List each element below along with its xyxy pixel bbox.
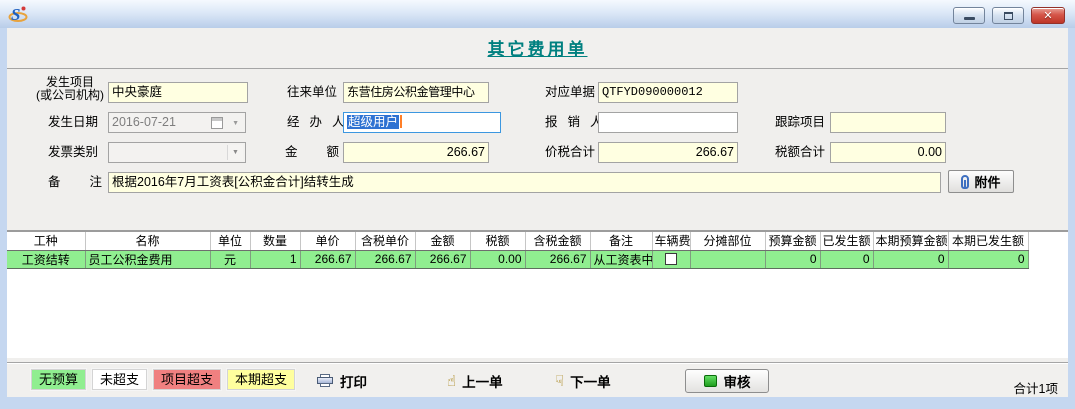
text-caret [400, 115, 402, 128]
cell-amount[interactable]: 266.67 [415, 250, 470, 268]
invoice-type-select[interactable]: ▼ [108, 142, 246, 163]
badge-no-budget: 无预算 [31, 369, 86, 390]
tracking-label: 跟踪项目 [775, 112, 825, 133]
column-header[interactable]: 已发生额 [820, 232, 873, 250]
column-header[interactable]: 车辆费 [652, 232, 690, 250]
expense-detail-table: 工种 名称 单位 数量 单价 含税单价 金额 税额 含税金额 备注 车辆费 分摊… [7, 230, 1068, 358]
column-header[interactable]: 税额 [470, 232, 525, 250]
counterparty-label: 往来单位 [287, 82, 337, 103]
minimize-icon [964, 17, 975, 20]
reimburser-field[interactable] [598, 112, 738, 133]
title-strip: 其它费用单 [7, 28, 1068, 69]
counterparty-field[interactable]: 东营住房公积金管理中心 [343, 82, 489, 103]
next-doc-button[interactable]: ☟ 下一单 [555, 371, 611, 391]
selected-text: 超级用户 [347, 115, 399, 129]
date-dropdown-icon[interactable]: ▼ [232, 113, 239, 133]
cell-unit[interactable]: 元 [210, 250, 250, 268]
handler-field[interactable]: 超级用户 [343, 112, 501, 133]
maximize-icon [1004, 12, 1013, 20]
column-header[interactable]: 工种 [7, 232, 85, 250]
previous-doc-button[interactable]: ☝ 上一单 [447, 371, 503, 391]
total-count: 合计1项 [1014, 378, 1058, 397]
column-header[interactable]: 数量 [250, 232, 300, 250]
column-header[interactable]: 单位 [210, 232, 250, 250]
date-field[interactable]: 2016-07-21 ▼ [108, 112, 246, 133]
invoice-type-label: 发票类别 [48, 142, 98, 163]
other-expense-window: S ✕ 其它费用单 发生项目 (或公司机构) 中央豪庭 往来单位 东营住房公积金… [0, 0, 1075, 409]
cell-period-budget[interactable]: 0 [873, 250, 948, 268]
cell-name[interactable]: 员工公积金费用 [85, 250, 210, 268]
attachment-button[interactable]: 附件 [948, 170, 1014, 193]
tax-total-label: 税额合计 [775, 142, 825, 163]
tracking-field[interactable] [830, 112, 946, 133]
table-header-row: 工种 名称 单位 数量 单价 含税单价 金额 税额 含税金额 备注 车辆费 分摊… [7, 232, 1028, 250]
budget-legend: 无预算 未超支 项目超支 本期超支 [31, 369, 295, 390]
dropdown-icon[interactable]: ▼ [227, 145, 243, 160]
project-label: 发生项目 (或公司机构) [27, 76, 113, 102]
cell-remark[interactable]: 从工资表中 [590, 250, 652, 268]
hand-up-icon: ☝ [447, 374, 456, 389]
calendar-icon [211, 117, 223, 129]
bottom-bar: 无预算 未超支 项目超支 本期超支 打印 ☝ 上一单 ☟ 下一单 [7, 362, 1068, 397]
paperclip-icon [961, 175, 969, 189]
column-header[interactable]: 金额 [415, 232, 470, 250]
cell-amount-with-tax[interactable]: 266.67 [525, 250, 590, 268]
project-field[interactable]: 中央豪庭 [108, 82, 248, 103]
cell-unit-price-with-tax[interactable]: 266.67 [355, 250, 415, 268]
column-header[interactable]: 本期已发生额 [948, 232, 1028, 250]
doc-no-field[interactable]: QTFYD090000012 [598, 82, 738, 103]
vehicle-fee-checkbox[interactable] [665, 253, 677, 265]
column-header[interactable]: 单价 [300, 232, 355, 250]
form-content: 其它费用单 发生项目 (或公司机构) 中央豪庭 往来单位 东营住房公积金管理中心… [7, 28, 1068, 397]
page-title: 其它费用单 [488, 35, 588, 60]
amount-field[interactable]: 266.67 [343, 142, 489, 163]
cell-work-type[interactable]: 工资结转 [7, 250, 85, 268]
column-header[interactable]: 含税金额 [525, 232, 590, 250]
total-with-tax-label: 价税合计 [545, 142, 595, 163]
cell-quantity[interactable]: 1 [250, 250, 300, 268]
date-label: 发生日期 [48, 112, 98, 133]
audit-status-icon [704, 375, 717, 387]
cell-period-incurred[interactable]: 0 [948, 250, 1028, 268]
maximize-button[interactable] [992, 7, 1024, 24]
badge-period-over: 本期超支 [227, 369, 295, 390]
cell-budget-amount[interactable]: 0 [765, 250, 820, 268]
column-header[interactable]: 分摊部位 [690, 232, 765, 250]
cell-tax[interactable]: 0.00 [470, 250, 525, 268]
close-icon: ✕ [1043, 9, 1052, 22]
cell-vehicle-fee[interactable] [652, 250, 690, 268]
badge-project-over: 项目超支 [153, 369, 221, 390]
minimize-button[interactable] [953, 7, 985, 24]
tax-total-field[interactable]: 0.00 [830, 142, 946, 163]
remark-field[interactable]: 根据2016年7月工资表[公积金合计]结转生成 [108, 172, 941, 193]
cell-allocation[interactable] [690, 250, 765, 268]
doc-no-label: 对应单据 [545, 82, 595, 103]
audit-button[interactable]: 审核 [685, 369, 769, 393]
svg-text:S: S [11, 5, 20, 24]
table-row[interactable]: 工资结转 员工公积金费用 元 1 266.67 266.67 266.67 0.… [7, 250, 1028, 268]
badge-not-over: 未超支 [92, 369, 147, 390]
cell-unit-price[interactable]: 266.67 [300, 250, 355, 268]
titlebar: S ✕ [0, 0, 1075, 28]
hand-down-icon: ☟ [555, 374, 564, 389]
close-button[interactable]: ✕ [1031, 7, 1065, 24]
column-header[interactable]: 预算金额 [765, 232, 820, 250]
cell-incurred-amount[interactable]: 0 [820, 250, 873, 268]
total-with-tax-field[interactable]: 266.67 [598, 142, 738, 163]
column-header[interactable]: 名称 [85, 232, 210, 250]
column-header[interactable]: 备注 [590, 232, 652, 250]
app-logo-icon: S [8, 4, 28, 24]
print-button[interactable]: 打印 [317, 371, 367, 391]
column-header[interactable]: 含税单价 [355, 232, 415, 250]
column-header[interactable]: 本期预算金额 [873, 232, 948, 250]
printer-icon [317, 374, 334, 388]
